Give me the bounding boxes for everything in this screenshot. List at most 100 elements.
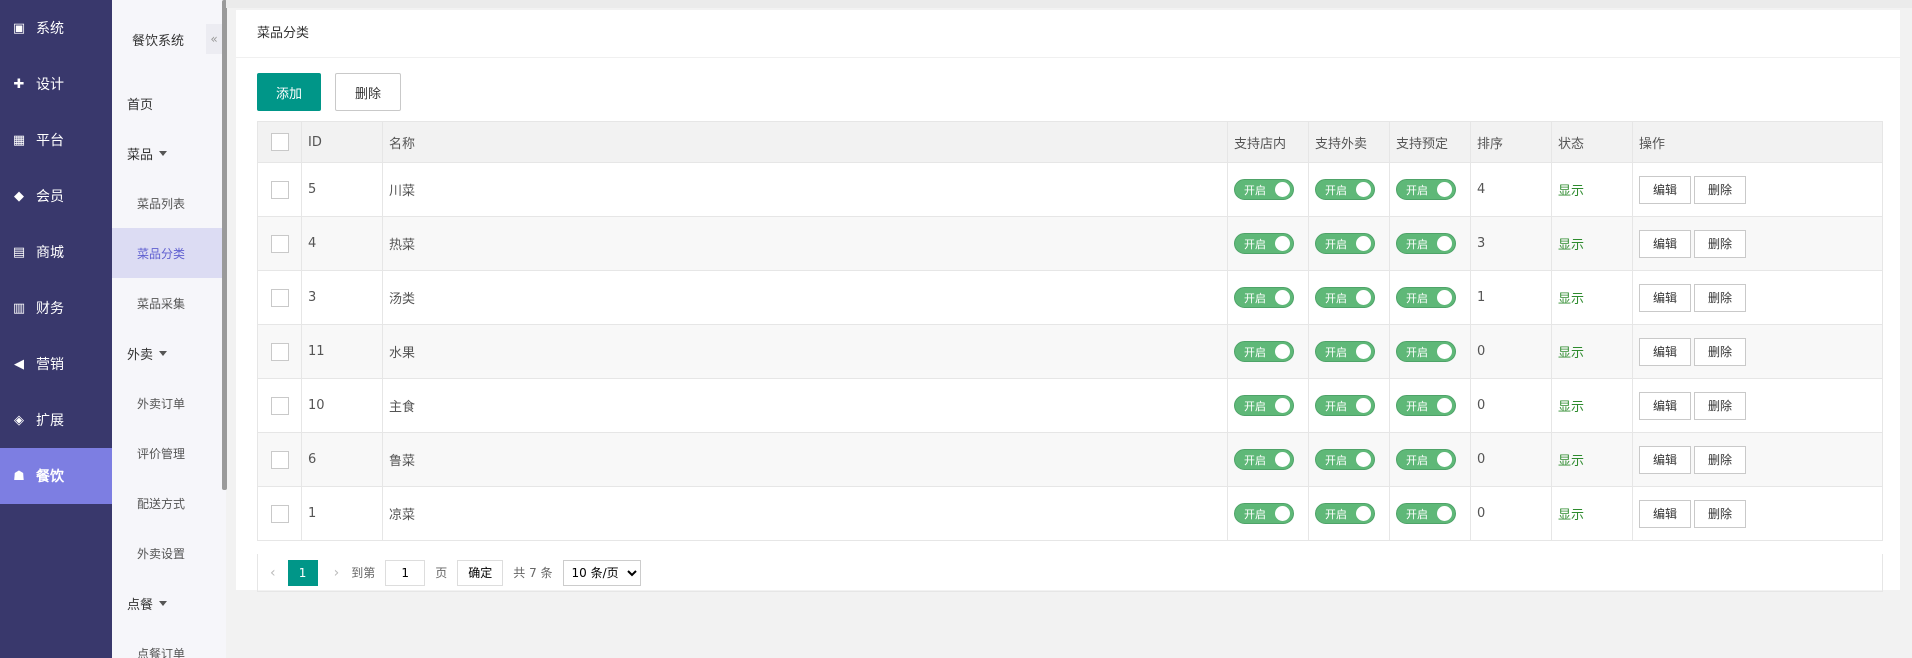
- col-dine-in[interactable]: 支持店内: [1227, 121, 1309, 163]
- sidebar-item-takeout-settings[interactable]: 外卖设置: [112, 528, 226, 578]
- add-button[interactable]: 添加: [257, 73, 321, 111]
- col-sort[interactable]: 排序: [1470, 121, 1552, 163]
- edit-button[interactable]: 编辑: [1639, 175, 1692, 204]
- row-checkbox[interactable]: [271, 234, 289, 253]
- takeout-switch[interactable]: 开启: [1315, 395, 1375, 416]
- sidebar-item-reviews[interactable]: 评价管理: [112, 428, 226, 478]
- rail-item-system[interactable]: ▣ 系统: [0, 0, 112, 56]
- dine-in-switch[interactable]: 开启: [1234, 179, 1294, 200]
- reserve-switch[interactable]: 开启: [1396, 287, 1456, 308]
- takeout-switch[interactable]: 开启: [1315, 179, 1375, 200]
- delete-button[interactable]: 删除: [1694, 499, 1747, 528]
- row-checkbox[interactable]: [271, 288, 289, 307]
- reserve-cell: 开启: [1389, 324, 1471, 379]
- takeout-switch[interactable]: 开启: [1315, 287, 1375, 308]
- edit-button[interactable]: 编辑: [1639, 391, 1692, 420]
- row-checkbox[interactable]: [271, 396, 289, 415]
- caret-down-icon: [159, 600, 168, 606]
- switch-label: 开启: [1325, 507, 1347, 521]
- row-checkbox[interactable]: [271, 450, 289, 469]
- col-reserve[interactable]: 支持预定: [1389, 121, 1471, 163]
- switch-label: 开启: [1244, 291, 1266, 305]
- takeout-switch[interactable]: 开启: [1315, 503, 1375, 524]
- reserve-switch[interactable]: 开启: [1396, 179, 1456, 200]
- actions-cell: 编辑 删除: [1632, 162, 1883, 217]
- prev-page-icon[interactable]: ‹: [270, 565, 276, 581]
- sort-cell: 0: [1470, 486, 1552, 541]
- rail-item-platform[interactable]: ▦ 平台: [0, 112, 112, 168]
- batch-delete-button[interactable]: 删除: [335, 73, 401, 111]
- switch-label: 开启: [1244, 345, 1266, 359]
- reserve-switch[interactable]: 开启: [1396, 341, 1456, 362]
- sidebar-group-dishes[interactable]: 菜品: [112, 128, 226, 178]
- sidebar-item-takeout-orders[interactable]: 外卖订单: [112, 378, 226, 428]
- edit-button[interactable]: 编辑: [1639, 337, 1692, 366]
- rail-item-mall[interactable]: ▤ 商城: [0, 224, 112, 280]
- rail-item-extension[interactable]: ◈ 扩展: [0, 392, 112, 448]
- reserve-switch[interactable]: 开启: [1396, 503, 1456, 524]
- rail-item-member[interactable]: ◆ 会员: [0, 168, 112, 224]
- delete-button[interactable]: 删除: [1694, 175, 1747, 204]
- rail-item-finance[interactable]: ▥ 财务: [0, 280, 112, 336]
- takeout-switch[interactable]: 开启: [1315, 233, 1375, 254]
- sidebar-item-dish-list[interactable]: 菜品列表: [112, 178, 226, 228]
- megaphone-icon: ◀: [14, 356, 24, 372]
- delete-button[interactable]: 删除: [1694, 445, 1747, 474]
- switch-label: 开启: [1325, 453, 1347, 467]
- delete-button[interactable]: 删除: [1694, 229, 1747, 258]
- dine-in-switch[interactable]: 开启: [1234, 287, 1294, 308]
- name-cell: 热菜: [382, 216, 1228, 271]
- reserve-switch[interactable]: 开启: [1396, 449, 1456, 470]
- sidebar-group-label: 外卖: [127, 347, 154, 363]
- sidebar-scrollbar[interactable]: [222, 0, 227, 490]
- delete-button[interactable]: 删除: [1694, 283, 1747, 312]
- name-cell: 川菜: [382, 162, 1228, 217]
- next-page-icon[interactable]: ›: [334, 565, 340, 581]
- dine-in-switch[interactable]: 开启: [1234, 233, 1294, 254]
- row-select-cell: [257, 432, 302, 487]
- dine-in-switch[interactable]: 开启: [1234, 503, 1294, 524]
- col-status[interactable]: 状态: [1551, 121, 1633, 163]
- status-cell: 显示: [1551, 270, 1633, 325]
- sidebar-group-takeout[interactable]: 外卖: [112, 328, 226, 378]
- page-title: 菜品分类: [236, 10, 1900, 58]
- sidebar-group-order[interactable]: 点餐: [112, 578, 226, 628]
- row-checkbox[interactable]: [271, 342, 289, 361]
- sidebar-item-dish-category[interactable]: 菜品分类: [112, 228, 226, 278]
- edit-button[interactable]: 编辑: [1639, 283, 1692, 312]
- rail-item-marketing[interactable]: ◀ 营销: [0, 336, 112, 392]
- row-checkbox[interactable]: [271, 180, 289, 199]
- takeout-switch[interactable]: 开启: [1315, 341, 1375, 362]
- dine-in-cell: 开启: [1227, 378, 1309, 433]
- sidebar-item-delivery[interactable]: 配送方式: [112, 478, 226, 528]
- reserve-switch[interactable]: 开启: [1396, 395, 1456, 416]
- delete-button[interactable]: 删除: [1694, 391, 1747, 420]
- edit-button[interactable]: 编辑: [1639, 229, 1692, 258]
- sidebar-item-dine-orders[interactable]: 点餐订单: [112, 628, 226, 658]
- col-id[interactable]: ID: [301, 121, 383, 163]
- select-all-checkbox[interactable]: [271, 133, 289, 151]
- edit-button[interactable]: 编辑: [1639, 445, 1692, 474]
- row-select-cell: [257, 162, 302, 217]
- dine-in-switch[interactable]: 开启: [1234, 341, 1294, 362]
- top-strip: [226, 0, 1912, 8]
- goto-page-input[interactable]: [385, 559, 426, 586]
- sidebar-item-dish-collect[interactable]: 菜品采集: [112, 278, 226, 328]
- delete-button[interactable]: 删除: [1694, 337, 1747, 366]
- rail-item-catering[interactable]: ☗ 餐饮: [0, 448, 112, 504]
- dine-in-switch[interactable]: 开启: [1234, 449, 1294, 470]
- sidebar-item-home[interactable]: 首页: [112, 78, 226, 128]
- reserve-switch[interactable]: 开启: [1396, 233, 1456, 254]
- row-checkbox[interactable]: [271, 504, 289, 523]
- takeout-switch[interactable]: 开启: [1315, 449, 1375, 470]
- col-name[interactable]: 名称: [382, 121, 1228, 163]
- edit-button[interactable]: 编辑: [1639, 499, 1692, 528]
- page-size-select[interactable]: 10 条/页: [562, 559, 641, 586]
- rail-item-design[interactable]: ✚ 设计: [0, 56, 112, 112]
- takeout-cell: 开启: [1308, 432, 1390, 487]
- col-takeout[interactable]: 支持外卖: [1308, 121, 1390, 163]
- current-page[interactable]: 1: [287, 559, 318, 586]
- dine-in-switch[interactable]: 开启: [1234, 395, 1294, 416]
- goto-confirm-button[interactable]: 确定: [457, 559, 504, 586]
- collapse-sidebar-button[interactable]: «: [206, 24, 222, 54]
